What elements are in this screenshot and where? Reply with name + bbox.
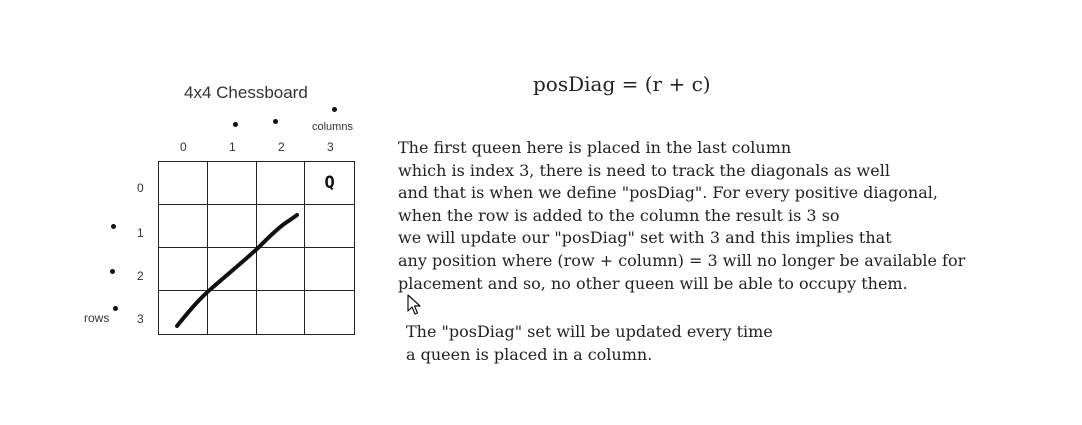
explanation-paragraph: The first queen here is placed in the la…	[398, 137, 965, 295]
explanation-line: which is index 3, there is need to track…	[398, 160, 890, 180]
explanation-line: when the row is added to the column the …	[398, 205, 840, 225]
explanation-line: and that is when we define "posDiag". Fo…	[398, 183, 938, 203]
note-paragraph: The "posDiag" set will be updated every …	[406, 320, 773, 366]
pos-diag-formula: posDiag = (r + c)	[533, 72, 711, 96]
explanation-line: The first queen here is placed in the la…	[398, 138, 792, 157]
note-line: The "posDiag" set will be updated every …	[406, 322, 773, 341]
explanation-line: any position where (row + column) = 3 wi…	[398, 250, 966, 270]
explanation-line: placement and so, no other queen will be…	[398, 273, 908, 293]
mouse-cursor-icon	[407, 294, 421, 315]
explanation-line: we will update our "posDiag" set with 3 …	[398, 228, 892, 248]
note-line: a queen is placed in a column.	[406, 345, 653, 364]
